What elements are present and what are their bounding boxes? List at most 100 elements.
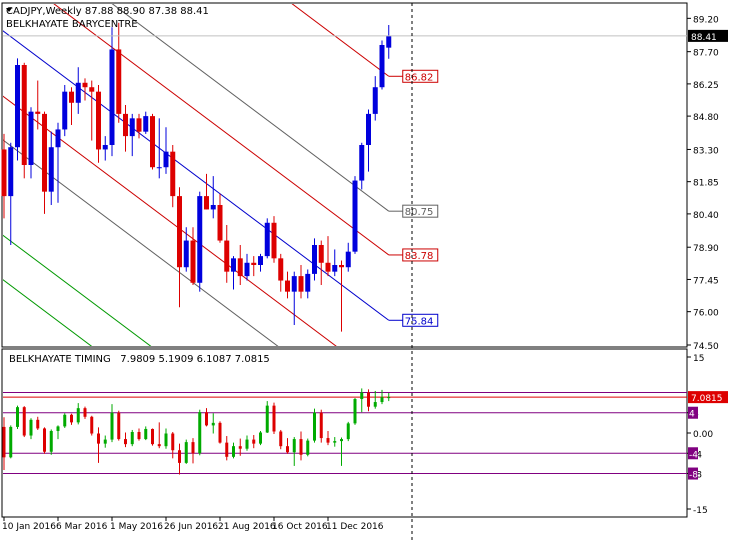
timing-body xyxy=(286,446,289,453)
candle-body xyxy=(170,151,176,197)
candle-body xyxy=(156,167,162,169)
candle-body xyxy=(42,113,47,192)
candle-body xyxy=(123,113,128,137)
timing-body xyxy=(29,419,33,436)
candle-body xyxy=(75,82,81,103)
candle-body xyxy=(231,258,236,272)
candle-body xyxy=(183,240,189,268)
candle-body xyxy=(332,265,338,272)
timing-body xyxy=(326,438,330,443)
time-tick-label: 21 Aug 2016 xyxy=(218,522,276,532)
candle-body xyxy=(102,145,108,150)
timing-body xyxy=(97,433,100,444)
time-tick-label: 1 May 2016 xyxy=(110,522,163,532)
timing-body xyxy=(70,414,73,423)
timing-body xyxy=(83,408,87,417)
chart-window: 83.78 80.75 86.82 75.84 89.20 87.70 86.25 84.8… xyxy=(0,0,735,546)
candle-body xyxy=(312,245,317,274)
timing-body xyxy=(130,431,134,445)
candle-body xyxy=(190,240,196,283)
timing-body xyxy=(211,422,215,426)
candle-body xyxy=(298,276,304,292)
band-label-0: 83.78 xyxy=(405,251,434,262)
candle-body xyxy=(197,196,203,283)
candle-body xyxy=(359,145,365,181)
timing-body xyxy=(191,442,195,454)
timing-panel-frame xyxy=(1,348,688,518)
timing-tick-label: 15 xyxy=(693,354,704,364)
price-tick-label: 74.50 xyxy=(693,342,719,352)
candle-body xyxy=(204,196,209,210)
timing-body xyxy=(90,416,94,434)
timing-body xyxy=(2,426,6,458)
price-tick-label: 89.20 xyxy=(693,15,719,25)
timing-body xyxy=(164,433,168,447)
timing-body xyxy=(238,446,242,449)
candle-body xyxy=(35,111,41,114)
timing-body xyxy=(346,423,350,440)
timing-body xyxy=(279,431,283,447)
timing-header: BELKHAYATE TIMING 7.9809 5.1909 6.1087 7… xyxy=(9,354,270,365)
price-tick-label: 81.85 xyxy=(693,179,719,189)
timing-body xyxy=(360,392,364,400)
time-tick-label: 10 Jan 2016 xyxy=(2,522,56,532)
time-tick-label: 6 Mar 2016 xyxy=(56,522,108,532)
timing-body xyxy=(124,439,127,445)
candle-body xyxy=(1,149,7,197)
band-label-4: 86.82 xyxy=(405,72,434,83)
timing-body xyxy=(245,439,249,449)
candle-body xyxy=(136,118,142,132)
timing-body xyxy=(198,412,202,454)
timing-body xyxy=(171,433,175,451)
candle-body xyxy=(8,147,14,197)
candle-body xyxy=(15,65,20,148)
candle-body xyxy=(318,245,324,263)
price-tick-label: 78.90 xyxy=(693,244,719,254)
band-label-3: 80.75 xyxy=(405,207,434,218)
candle-body xyxy=(143,116,149,132)
candle-body xyxy=(305,273,311,292)
candle-body xyxy=(372,87,378,114)
price-tick-label: 84.80 xyxy=(693,113,719,123)
price-panel-frame xyxy=(1,2,688,348)
timing-body xyxy=(313,412,316,441)
timing-panel: 1540.00-4-8-154-4-87.0815 BELKHAYATE TIM… xyxy=(1,348,728,518)
candle-body xyxy=(177,196,182,268)
candle-body xyxy=(163,151,169,168)
candle-body xyxy=(345,251,351,268)
indicator-name: BELKHAYATE BARYCENTRE xyxy=(6,19,138,30)
level-badge-label-2: -4 xyxy=(689,450,698,460)
timing-body xyxy=(252,439,256,444)
timing-body xyxy=(151,428,154,445)
timing-body xyxy=(319,412,323,439)
time-tick-label: 26 Jun 2016 xyxy=(164,522,218,532)
candle-body xyxy=(210,205,216,210)
level-badge-label-1: 4 xyxy=(689,410,695,420)
timing-body xyxy=(205,412,208,426)
candle-body xyxy=(271,222,277,259)
timing-body xyxy=(306,440,310,455)
timing-body xyxy=(353,399,357,424)
candle-body xyxy=(352,180,358,252)
candle-body xyxy=(55,129,61,148)
price-tick-label: 80.40 xyxy=(693,211,719,221)
candle-body xyxy=(379,45,385,88)
timing-body xyxy=(43,428,46,452)
candle-body xyxy=(69,91,74,103)
timing-body xyxy=(218,422,222,443)
timing-body xyxy=(36,419,40,429)
timing-body xyxy=(63,414,67,427)
timing-body xyxy=(387,397,391,399)
timing-body xyxy=(259,432,262,444)
price-tick-label: 76.00 xyxy=(693,309,719,319)
candle-body xyxy=(251,262,257,265)
candle-body xyxy=(21,65,27,165)
timing-tick-label: 0.00 xyxy=(693,430,713,440)
price-tick-label: 83.30 xyxy=(693,146,719,156)
candle-body xyxy=(62,91,68,130)
timing-body xyxy=(292,439,296,453)
timing-body xyxy=(56,426,60,431)
candle-body xyxy=(82,82,88,88)
candle-body xyxy=(278,258,284,281)
candle-body xyxy=(109,49,115,145)
